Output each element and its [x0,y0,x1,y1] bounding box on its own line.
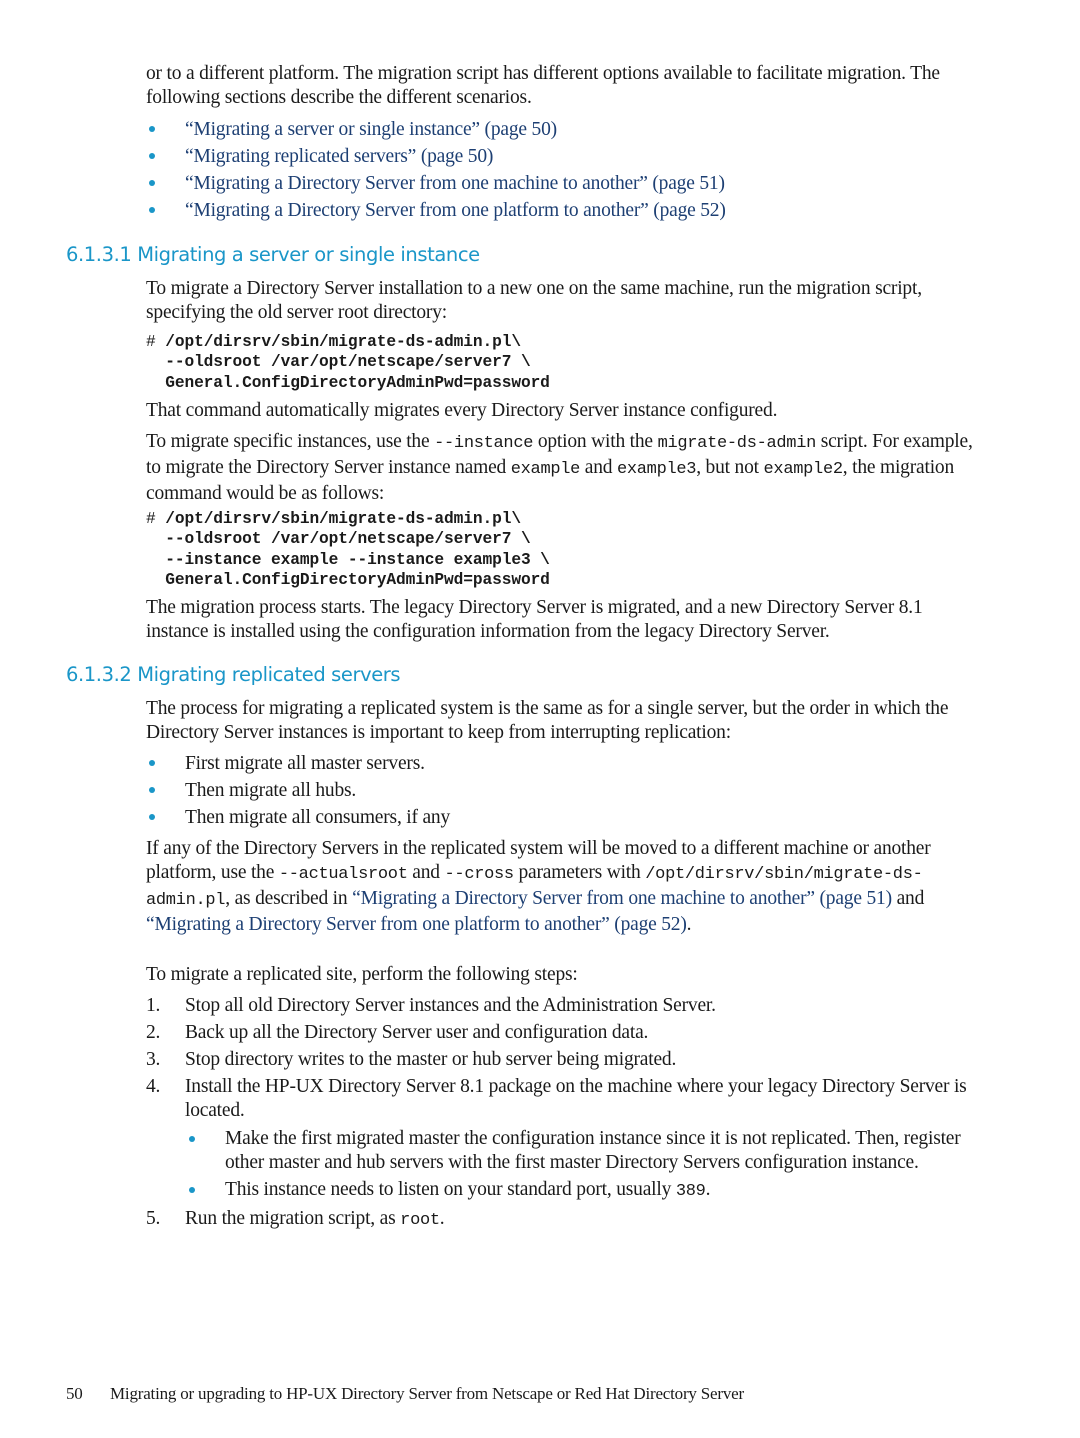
section-links-list: “Migrating a server or single instance” … [146,116,986,224]
migration-order-list: First migrate all master servers. Then m… [146,750,986,831]
inline-code: --instance [434,434,534,453]
section-heading-replicated-servers: 6.1.3.2 Migrating replicated servers [66,663,401,686]
text-span: Run the migration script, as [185,1208,401,1229]
code-line: --oldsroot /var/opt/netscape/server7 \ [146,530,531,549]
section-heading-single-instance: 6.1.3.1 Migrating a server or single ins… [66,243,480,266]
inline-code: root [400,1211,440,1230]
bullet-icon [149,153,155,159]
text-span: and [891,888,925,909]
page-footer: 50 Migrating or upgrading to HP-UX Direct… [66,1384,744,1404]
sub-list-item-text: Make the first migrated master the confi… [225,1128,961,1173]
step-sub-list: Make the first migrated master the confi… [185,1127,986,1204]
text-span: parameters with [513,862,646,883]
inline-code: example3 [616,460,697,479]
section-link[interactable]: “Migrating a server or single instance” … [185,119,557,140]
step-number: 4. [146,1076,161,1097]
bullet-icon [189,1136,195,1142]
step-item: 2. Back up all the Directory Server user… [146,1021,986,1045]
text-span: and [407,862,445,883]
shell-prompt: # [146,333,166,351]
section-link-item[interactable]: “Migrating a Directory Server from one p… [146,197,986,224]
cross-reference-link[interactable]: “Migrating a Directory Server from one m… [352,888,892,909]
step-number: 5. [146,1208,161,1229]
bullet-icon [149,180,155,186]
section-link-item[interactable]: “Migrating replicated servers” (page 50) [146,143,986,170]
text-span: . [439,1208,445,1229]
inline-code: migrate-ds-admin [657,434,817,453]
footer-title: Migrating or upgrading to HP-UX Director… [110,1384,744,1403]
step-text: Stop directory writes to the master or h… [185,1049,677,1070]
intro-paragraph: or to a different platform. The migratio… [146,63,940,108]
text-span: This instance needs to listen on your st… [225,1179,676,1200]
step-item: 4. Install the HP-UX Directory Server 8.… [146,1075,986,1204]
text-span: option with the [533,431,658,452]
section-link-item[interactable]: “Migrating a Directory Server from one m… [146,170,986,197]
text-span: . [686,914,692,935]
code-line: /opt/dirsrv/sbin/migrate-ds-admin.pl\ [165,333,521,351]
section-link[interactable]: “Migrating replicated servers” (page 50) [185,146,493,167]
code-line: General.ConfigDirectoryAdminPwd=password [146,373,550,392]
bullet-icon [149,207,155,213]
cross-reference-link[interactable]: “Migrating a Directory Server from one p… [146,914,687,935]
paragraph: To migrate a replicated site, perform th… [146,964,578,985]
list-item-text: Then migrate all hubs. [185,780,357,801]
shell-prompt: # [146,510,166,528]
step-item: 5. Run the migration script, as root. [146,1207,986,1233]
step-item: 1. Stop all old Directory Server instanc… [146,994,986,1018]
code-line: /opt/dirsrv/sbin/migrate-ds-admin.pl\ [165,510,521,528]
document-page: or to a different platform. The migratio… [0,0,1080,1438]
paragraph: To migrate specific instances, use the -… [146,430,986,506]
inline-code: 389 [675,1182,706,1201]
code-line: General.ConfigDirectoryAdminPwd=password [146,570,550,589]
code-block: # /opt/dirsrv/sbin/migrate-ds-admin.pl\ … [146,509,550,590]
step-text: Back up all the Directory Server user an… [185,1022,649,1043]
bullet-icon [189,1187,195,1193]
step-text: Install the HP-UX Directory Server 8.1 p… [185,1076,967,1121]
list-item: Then migrate all hubs. [146,777,986,804]
inline-code: example [510,460,581,479]
paragraph: The process for migrating a replicated s… [146,698,949,743]
sub-list-item: This instance needs to listen on your st… [185,1178,986,1204]
paragraph: The migration process starts. The legacy… [146,597,923,642]
section-link[interactable]: “Migrating a Directory Server from one p… [185,200,726,221]
inline-code: --cross [444,865,515,884]
code-line: --oldsroot /var/opt/netscape/server7 \ [146,353,531,372]
section-link[interactable]: “Migrating a Directory Server from one m… [185,173,725,194]
paragraph: To migrate a Directory Server installati… [146,278,922,323]
step-number: 2. [146,1022,161,1043]
inline-code: --actualsroot [278,865,408,884]
step-number: 1. [146,995,161,1016]
section-link-item[interactable]: “Migrating a server or single instance” … [146,116,986,143]
sub-list-item: Make the first migrated master the confi… [185,1127,986,1175]
text-span: and [580,457,617,478]
step-number: 3. [146,1049,161,1070]
bullet-icon [149,814,155,820]
bullet-icon [149,126,155,132]
inline-code: example2 [763,460,844,479]
bullet-icon [149,760,155,766]
step-text: Stop all old Directory Server instances … [185,995,716,1016]
list-item: Then migrate all consumers, if any [146,804,986,831]
list-item-text: Then migrate all consumers, if any [185,807,451,828]
text-span: , as described in [225,888,353,909]
step-item: 3. Stop directory writes to the master o… [146,1048,986,1072]
bullet-icon [149,787,155,793]
paragraph: That command automatically migrates ever… [146,400,778,421]
text-span: . [705,1179,711,1200]
code-line: --instance example --instance example3 \ [146,550,550,569]
list-item-text: First migrate all master servers. [185,753,425,774]
migration-steps-list: 1. Stop all old Directory Server instanc… [146,994,986,1236]
list-item: First migrate all master servers. [146,750,986,777]
text-span: , but not [696,457,764,478]
page-number: 50 [66,1384,83,1403]
code-block: # /opt/dirsrv/sbin/migrate-ds-admin.pl\ … [146,332,550,393]
text-span: To migrate specific instances, use the [146,431,435,452]
paragraph: If any of the Directory Servers in the r… [146,837,986,937]
